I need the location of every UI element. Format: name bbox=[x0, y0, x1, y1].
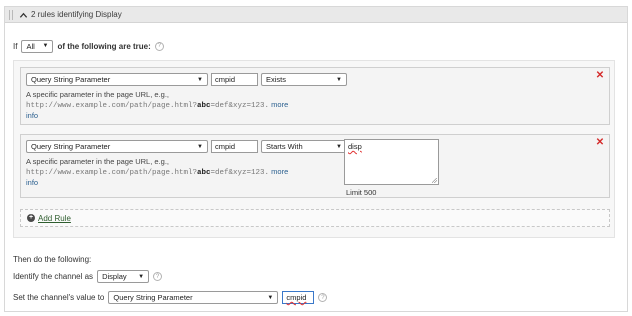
example-url-start: http://www.example.com/path/page.html? bbox=[26, 102, 198, 110]
condition-row: If All ▼ of the following are true: ? bbox=[13, 39, 164, 53]
condition-suffix: of the following are true: bbox=[57, 41, 151, 51]
operator-value: Exists bbox=[266, 75, 287, 84]
operator-value: Starts With bbox=[266, 142, 303, 151]
more-link[interactable]: more bbox=[271, 167, 288, 176]
then-label: Then do the following: bbox=[13, 255, 92, 264]
resize-handle-icon[interactable] bbox=[432, 178, 437, 183]
help-icon[interactable]: ? bbox=[318, 293, 328, 302]
rule-description: A specific parameter in the page URL, e.… bbox=[26, 90, 366, 121]
rule-item: Query String Parameter ▼ cmpid Starts Wi… bbox=[20, 134, 610, 198]
dropdown-arrow-icon: ▼ bbox=[336, 143, 342, 150]
channel-value: Display bbox=[102, 272, 127, 281]
example-url: http://www.example.com/path/page.html?ab… bbox=[26, 169, 269, 177]
rule-type-value: Query String Parameter bbox=[31, 75, 111, 84]
chevron-up-icon[interactable] bbox=[19, 11, 28, 20]
help-icon[interactable]: ? bbox=[154, 41, 164, 51]
value-source: Query String Parameter bbox=[113, 293, 193, 302]
channel-select[interactable]: Display ▼ bbox=[97, 270, 150, 283]
quantifier-value: All bbox=[26, 41, 35, 51]
dropdown-arrow-icon: ▼ bbox=[336, 76, 342, 83]
panel-header: 2 rules identifying Display bbox=[5, 7, 627, 23]
example-url-end: =def&xyz=123. bbox=[210, 169, 270, 177]
dropdown-arrow-icon: ▼ bbox=[267, 294, 274, 301]
channel-label: Identify the channel as bbox=[13, 272, 94, 281]
operator-select[interactable]: Starts With ▼ bbox=[261, 140, 347, 153]
param-input[interactable]: cmpid bbox=[211, 140, 258, 153]
example-url-key: abc bbox=[197, 169, 211, 177]
plus-circle-icon: + bbox=[27, 214, 35, 222]
param-input[interactable]: cmpid bbox=[211, 73, 258, 86]
rule-controls: Query String Parameter ▼ cmpid Exists ▼ bbox=[26, 73, 347, 86]
value-source-select[interactable]: Query String Parameter ▼ bbox=[108, 291, 279, 304]
dropdown-arrow-icon: ▼ bbox=[197, 143, 203, 150]
description-text: A specific parameter in the page URL, e.… bbox=[26, 157, 169, 166]
example-url: http://www.example.com/path/page.html?ab… bbox=[26, 102, 269, 110]
value-param-text: cmpid bbox=[286, 293, 307, 302]
rule-controls: Query String Parameter ▼ cmpid Starts Wi… bbox=[26, 140, 347, 153]
dropdown-arrow-icon: ▼ bbox=[197, 76, 203, 83]
add-rule-button[interactable]: + Add Rule bbox=[20, 209, 610, 227]
close-x-icon[interactable]: ✕ bbox=[595, 71, 605, 81]
dropdown-arrow-icon: ▼ bbox=[138, 273, 145, 280]
rule-description: A specific parameter in the page URL, e.… bbox=[26, 157, 366, 188]
dropdown-arrow-icon: ▼ bbox=[42, 43, 49, 49]
rules-container: Query String Parameter ▼ cmpid Exists ▼ … bbox=[13, 60, 615, 238]
quantifier-select[interactable]: All ▼ bbox=[21, 39, 54, 53]
value-param-input[interactable]: cmpid bbox=[282, 291, 315, 304]
example-url-start: http://www.example.com/path/page.html? bbox=[26, 169, 198, 177]
more-link[interactable]: more bbox=[271, 100, 288, 109]
channel-row: Identify the channel as Display ▼ ? bbox=[13, 270, 163, 283]
example-url-end: =def&xyz=123. bbox=[210, 102, 270, 110]
example-url-key: abc bbox=[197, 102, 211, 110]
drag-handle-icon[interactable] bbox=[9, 10, 15, 20]
rule-type-value: Query String Parameter bbox=[31, 142, 111, 151]
info-link[interactable]: info bbox=[26, 178, 38, 187]
value-text: disp bbox=[348, 142, 362, 151]
rule-set-panel: 2 rules identifying Display If All ▼ of … bbox=[4, 6, 628, 312]
panel-title[interactable]: 2 rules identifying Display bbox=[31, 10, 122, 19]
close-x-icon[interactable]: ✕ bbox=[595, 138, 605, 148]
value-row: Set the channel's value to Query String … bbox=[13, 291, 328, 304]
rule-type-select[interactable]: Query String Parameter ▼ bbox=[26, 140, 208, 153]
condition-prefix: If bbox=[13, 41, 18, 51]
add-rule-label: Add Rule bbox=[38, 213, 71, 223]
description-text: A specific parameter in the page URL, e.… bbox=[26, 90, 169, 99]
rule-type-select[interactable]: Query String Parameter ▼ bbox=[26, 73, 208, 86]
help-icon[interactable]: ? bbox=[153, 272, 163, 281]
operator-select[interactable]: Exists ▼ bbox=[261, 73, 347, 86]
rule-item: Query String Parameter ▼ cmpid Exists ▼ … bbox=[20, 67, 610, 125]
info-link[interactable]: info bbox=[26, 111, 38, 120]
limit-label: Limit 500 bbox=[346, 188, 377, 197]
value-label: Set the channel's value to bbox=[13, 293, 105, 302]
